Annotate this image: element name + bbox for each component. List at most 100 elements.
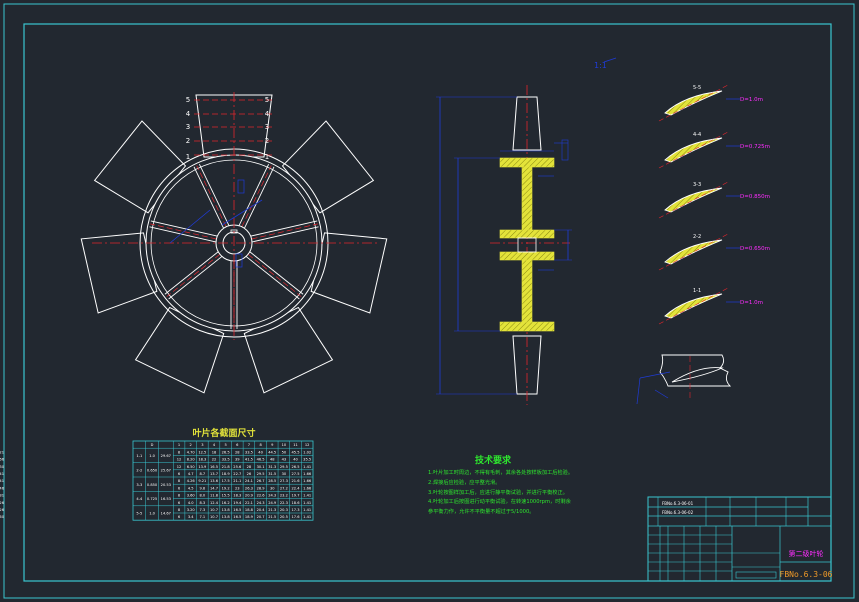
table-cell: 26 (247, 472, 252, 476)
table-cell: 21.1 (233, 479, 241, 483)
table-cell: 24.9 (268, 501, 277, 505)
section-label: 2-2 (693, 234, 701, 240)
table-cell: 4-4 (136, 497, 143, 501)
table-cell: 4.7 (188, 472, 194, 476)
table-cell: 8.7 (199, 472, 205, 476)
section-label: 3-3 (693, 182, 701, 188)
notes-line: 1.叶片加工时周边，不得有毛刺，其余各处按样板加工后检验。 (428, 468, 573, 476)
table-cell: 1.66 (303, 486, 312, 490)
table-cell: 1.0 (149, 454, 155, 458)
table-cell: 7.1 (199, 515, 205, 519)
table-cell: 8 (178, 450, 181, 454)
table-cell: 1.0 (149, 512, 155, 516)
table-cell: 20.4 (257, 508, 266, 512)
table-cell: 43 (282, 458, 287, 462)
table-cell: 50 (282, 450, 287, 454)
blade-section-5-5: 5-5 D=1.0m (658, 84, 763, 122)
table-cell: 27.2 (280, 486, 288, 490)
rim-bottom-flange (499, 321, 555, 332)
table-cell: 45.5 (292, 450, 300, 454)
table-header-cell: 3 (201, 443, 203, 447)
table-cell: 18.9 (222, 472, 231, 476)
table-cell: 30.1 (257, 465, 265, 469)
table-cell: 1.41 (303, 501, 311, 505)
blade-dimension-table: 叶片各截面尺寸 D 1 2 3 4 5 6 7 8 9 10 11 121-1 1.0 29.678 4.70… (0, 427, 314, 521)
section-number: 4 (186, 110, 191, 118)
table-cell: 28.5 (268, 479, 276, 483)
table-cell: 4.5 (188, 486, 194, 490)
table-cell: 19.7 (292, 494, 300, 498)
table-cell: 2.81 (0, 494, 4, 498)
table-cell: 10.7 (210, 508, 218, 512)
table-cell: 22.3 (280, 501, 288, 505)
table-cell: 1.41 (303, 508, 311, 512)
table-cell: 26.5 (292, 465, 300, 469)
table-cell: 28 (235, 450, 240, 454)
table-header-cell: 12 (305, 443, 310, 447)
table-cell: 11.8 (210, 494, 219, 498)
table-header-cell: 5 (224, 443, 226, 447)
table-cell: 10.7 (210, 515, 218, 519)
cad-drawing-canvas: 5 4 3 2 1 5 4 3 2 1 1:1 5-5D=1.0m4-4D=0.… (0, 3, 855, 599)
table-cell: 7.3 (199, 508, 205, 512)
section-diameter: D=1.0m (740, 300, 763, 306)
table-cell: 3.30 (0, 465, 5, 469)
technical-requirements: 技术要求 1.叶片加工时周边，不得有毛刺，其余各处按样板加工后检验。 2.焊接后… (428, 454, 573, 515)
table-cell: 44.5 (268, 450, 276, 454)
table-header-cell: 2 (190, 443, 192, 447)
table-cell: 21.6 (292, 479, 301, 483)
table-cell: 1.41 (303, 494, 311, 498)
table-cell: 24.3 (257, 501, 265, 505)
table-cell: 15.5 (222, 494, 230, 498)
table-cell: 39 (235, 458, 240, 462)
table-cell: 3.20 (187, 508, 196, 512)
table-cell: 13.8 (222, 508, 231, 512)
table-cell: 30 (282, 472, 287, 476)
table-cell: 18.9 (245, 515, 254, 519)
table-cell: 19.4 (233, 501, 242, 505)
section-diameter: D=0.850m (740, 194, 770, 200)
table-cell: 13.8 (222, 515, 231, 519)
section-label: 1-1 (693, 288, 701, 294)
table-cell: 28 (247, 465, 252, 469)
section-number: 3 (186, 123, 190, 131)
notes-line: 2.焊接后应检验，应平整光滑。 (428, 478, 500, 486)
table-cell: 2.21 (0, 450, 4, 454)
table-cell: 31.3 (268, 465, 276, 469)
table-cell: 12.5 (198, 450, 206, 454)
table-cell: 20.5 (280, 515, 288, 519)
table-cell: 8 (178, 494, 181, 498)
table-cell: 1.66 (303, 479, 312, 483)
table-cell: 20.3 (280, 508, 288, 512)
table-cell: 4.70 (187, 450, 196, 454)
table-cell: 1.41 (303, 465, 311, 469)
table-cell: 1.66 (303, 472, 312, 476)
table-cell: 8 (178, 479, 181, 483)
table-cell: 24.1 (245, 479, 253, 483)
table-cell: 4.0 (188, 501, 194, 505)
table-header-cell: 8 (259, 443, 262, 447)
table-cell: 6 (178, 515, 181, 519)
table-cell: 25.67 (161, 468, 171, 472)
table-cell: 19.2 (222, 486, 230, 490)
scale-leader (603, 57, 617, 63)
blade-section-sketches: 1:1 5-5 D=1.0m 4-4 D=0.725m 3-3 D=0.850m 2-2 D=… (594, 57, 770, 325)
table-cell: 28.9 (257, 486, 266, 490)
section-scale-label: 1:1 (594, 61, 607, 70)
table-cell: 35.5 (303, 458, 311, 462)
table-cell: 3.4 (188, 515, 194, 519)
blade-section-numbers-left: 5 4 3 2 1 (186, 96, 191, 161)
table-cell: 2.26 (0, 501, 5, 505)
table-cell: 8.3 (199, 501, 205, 505)
table-cell: 41.5 (245, 458, 253, 462)
table-cell: 16.5 (233, 508, 241, 512)
rim-top-flange (499, 157, 555, 168)
table-grid: D 1 2 3 4 5 6 7 8 9 10 11 121-1 1.0 29.678 4.70 12.5 18 26… (0, 440, 314, 521)
table-cell: 6 (178, 472, 181, 476)
table-header-cell: 10 (282, 443, 287, 447)
table-cell: 2-2 (136, 468, 142, 472)
table-cell: 27.5 (292, 472, 300, 476)
table-cell: 6 (178, 501, 181, 505)
table-cell: 23 (235, 486, 240, 490)
drawing-number: FBNo.6.3-06 (780, 570, 833, 579)
